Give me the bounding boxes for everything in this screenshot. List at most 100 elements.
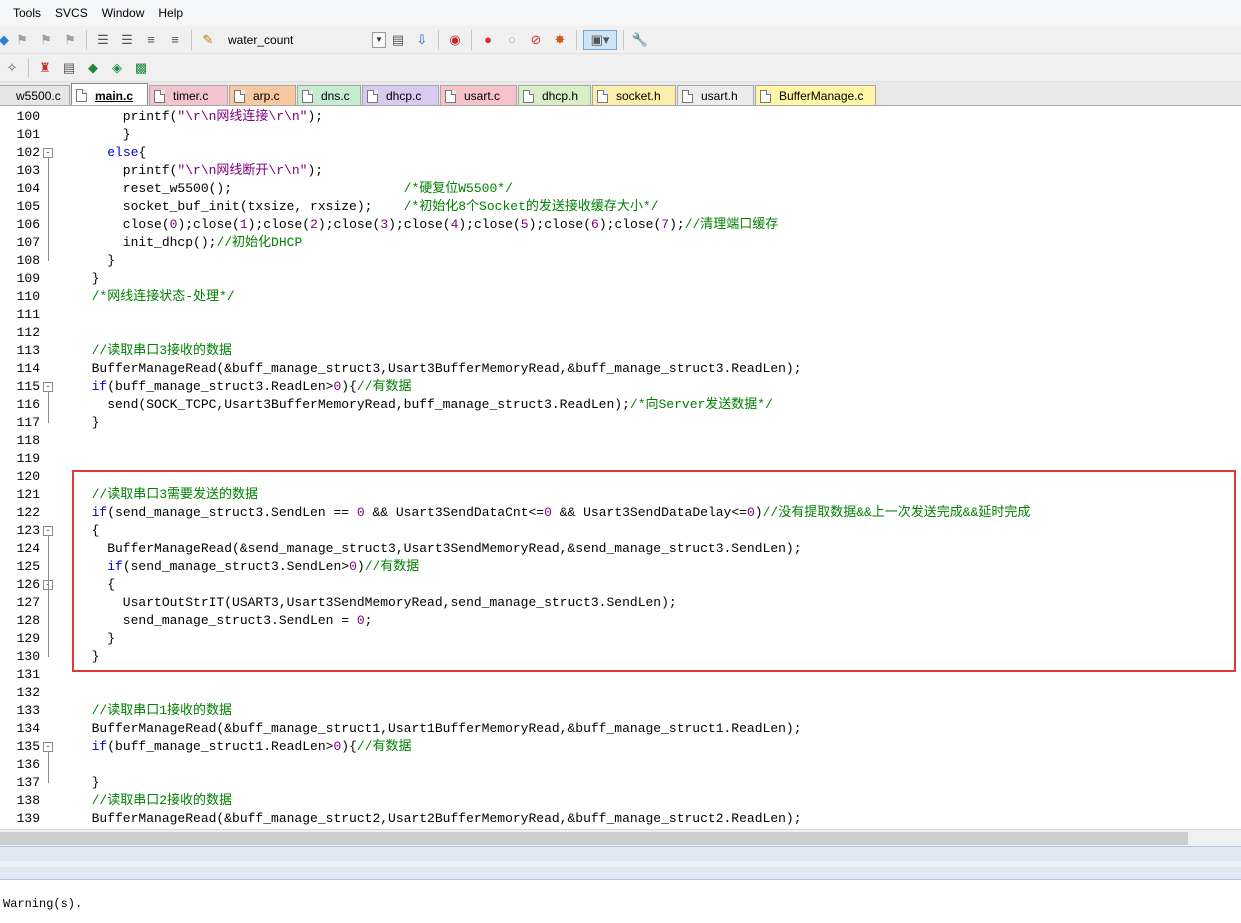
code-line[interactable]: 113 //读取串口3接收的数据 xyxy=(0,342,1241,360)
find-in-files-icon[interactable]: ✎ xyxy=(198,30,218,50)
code-line[interactable]: 109 } xyxy=(0,270,1241,288)
code-line[interactable]: 127 UsartOutStrIT(USART3,Usart3SendMemor… xyxy=(0,594,1241,612)
magic-wand-icon[interactable]: ✧ xyxy=(2,58,22,78)
code-line[interactable]: 137 } xyxy=(0,774,1241,792)
code-line[interactable]: 129 } xyxy=(0,630,1241,648)
code-line[interactable]: 128 send_manage_struct3.SendLen = 0; xyxy=(0,612,1241,630)
wrench-icon[interactable]: 🔧 xyxy=(630,30,650,50)
bookmark-prev-icon[interactable]: ⚑ xyxy=(12,30,32,50)
tab-arp-c[interactable]: arp.c xyxy=(229,85,296,105)
code-line[interactable]: 135- if(buff_manage_struct1.ReadLen>0){/… xyxy=(0,738,1241,756)
menu-help[interactable]: Help xyxy=(151,0,190,26)
window-layout-icon[interactable]: ▣▾ xyxy=(583,29,617,50)
kill-breakpoints-icon[interactable]: ✸ xyxy=(550,30,570,50)
horizontal-scrollbar[interactable] xyxy=(0,829,1241,846)
code-line[interactable]: 103 printf("\r\n网线断开\r\n"); xyxy=(0,162,1241,180)
tab-usart-c[interactable]: usart.c xyxy=(440,85,517,105)
code-line[interactable]: 130 } xyxy=(0,648,1241,666)
code-line[interactable]: 117 } xyxy=(0,414,1241,432)
debug-icon[interactable]: ◉ xyxy=(445,30,465,50)
code-line[interactable]: 108 } xyxy=(0,252,1241,270)
code-line[interactable]: 118 xyxy=(0,432,1241,450)
code-line[interactable]: 124 BufferManageRead(&send_manage_struct… xyxy=(0,540,1241,558)
menu-svcs[interactable]: SVCS xyxy=(48,0,95,26)
code-line[interactable]: 139 BufferManageRead(&buff_manage_struct… xyxy=(0,810,1241,828)
tab-timer-c[interactable]: timer.c xyxy=(149,85,228,105)
code-line[interactable]: 115- if(buff_manage_struct3.ReadLen>0){/… xyxy=(0,378,1241,396)
uncomment-icon[interactable]: ≡ xyxy=(165,30,185,50)
tab-socket-h[interactable]: socket.h xyxy=(592,85,676,105)
fold-toggle-icon[interactable]: - xyxy=(43,382,53,392)
tab-dhcp-c[interactable]: dhcp.c xyxy=(362,85,439,105)
panel-splitter[interactable] xyxy=(0,846,1241,880)
line-number: 102 xyxy=(16,145,40,160)
indent-icon[interactable]: ☰ xyxy=(93,30,113,50)
tab-w5500-c[interactable]: w5500.c xyxy=(0,85,70,105)
code-line[interactable]: 133 //读取串口1接收的数据 xyxy=(0,702,1241,720)
batch-build-icon[interactable]: ◈ xyxy=(107,58,127,78)
code-line[interactable]: 104 reset_w5500(); /*硬复位W5500*/ xyxy=(0,180,1241,198)
toolbar-separator xyxy=(86,29,87,50)
code-token: BufferManageRead(&buff_manage_struct1,Us… xyxy=(76,721,802,736)
code-line[interactable]: 112 xyxy=(0,324,1241,342)
stop-build-icon[interactable]: ▩ xyxy=(131,58,151,78)
rebuild-icon[interactable]: ◆ xyxy=(83,58,103,78)
menu-window[interactable]: Window xyxy=(95,0,152,26)
code-line[interactable]: 101 } xyxy=(0,126,1241,144)
download-icon[interactable]: ⇩ xyxy=(412,30,432,50)
code-line[interactable]: 111 xyxy=(0,306,1241,324)
code-line[interactable]: 119 xyxy=(0,450,1241,468)
code-line[interactable]: 105 socket_buf_init(txsize, rxsize); /*初… xyxy=(0,198,1241,216)
code-editor[interactable]: 100 printf("\r\n网线连接\r\n"); 101 } 102- els… xyxy=(0,107,1241,829)
code-line[interactable]: 120 xyxy=(0,468,1241,486)
code-line[interactable]: 134 BufferManageRead(&buff_manage_struct… xyxy=(0,720,1241,738)
line-number: 138 xyxy=(16,793,40,808)
code-line[interactable]: 114 BufferManageRead(&buff_manage_struct… xyxy=(0,360,1241,378)
code-line[interactable]: 102- else{ xyxy=(0,144,1241,162)
target-select[interactable]: water_count ▼ xyxy=(222,29,386,51)
code-number: 0 xyxy=(356,613,365,628)
code-line[interactable]: 116 send(SOCK_TCPC,Usart3BufferMemoryRea… xyxy=(0,396,1241,414)
code-line[interactable]: 132 xyxy=(0,684,1241,702)
tab-buffermanage-c[interactable]: BufferManage.c xyxy=(755,85,876,105)
menu-tools[interactable]: Tools xyxy=(0,0,48,26)
tab-dns-c[interactable]: dns.c xyxy=(297,85,361,105)
code-line[interactable]: 136 xyxy=(0,756,1241,774)
line-number: 124 xyxy=(16,541,40,556)
line-number: 118 xyxy=(16,433,40,448)
tab-main-c[interactable]: main.c xyxy=(71,83,148,105)
breakpoint-disabled-icon[interactable]: ○ xyxy=(502,30,522,50)
arrow-icon[interactable]: ◆ xyxy=(0,30,9,50)
fold-toggle-icon[interactable]: - xyxy=(43,526,53,536)
code-line[interactable]: 123- { xyxy=(0,522,1241,540)
code-line[interactable]: 110 /*网线连接状态-处理*/ xyxy=(0,288,1241,306)
breakpoint-toggle-icon[interactable]: ⊘ xyxy=(526,30,546,50)
code-line[interactable]: 121 //读取串口3需要发送的数据 xyxy=(0,486,1241,504)
code-text: } xyxy=(76,270,100,288)
chevron-down-icon[interactable]: ▼ xyxy=(372,31,386,48)
unindent-icon[interactable]: ☰ xyxy=(117,30,137,50)
bookmark-clear-icon[interactable]: ⚑ xyxy=(60,30,80,50)
tab-dhcp-h[interactable]: dhcp.h xyxy=(518,85,591,105)
code-line[interactable]: 106 close(0);close(1);close(2);close(3);… xyxy=(0,216,1241,234)
code-line[interactable]: 125 if(send_manage_struct3.SendLen>0)//有… xyxy=(0,558,1241,576)
tab-usart-h[interactable]: usart.h xyxy=(677,85,754,105)
scrollbar-thumb[interactable] xyxy=(0,832,1188,845)
fold-toggle-icon[interactable]: - xyxy=(43,742,53,752)
code-token: ) xyxy=(754,505,763,520)
code-token: (buff_manage_struct3.ReadLen> xyxy=(107,379,334,394)
load-icon[interactable]: ▤ xyxy=(388,30,408,50)
code-line[interactable]: 107 init_dhcp();//初始化DHCP xyxy=(0,234,1241,252)
code-line[interactable]: 100 printf("\r\n网线连接\r\n"); xyxy=(0,108,1241,126)
build-icon[interactable]: ▤ xyxy=(59,58,79,78)
breakpoint-icon[interactable]: ● xyxy=(478,30,498,50)
fold-toggle-icon[interactable]: - xyxy=(43,148,53,158)
code-line[interactable]: 138 //读取串口2接收的数据 xyxy=(0,792,1241,810)
code-line[interactable]: 126- { xyxy=(0,576,1241,594)
translate-icon[interactable]: ♜ xyxy=(35,58,55,78)
code-text: /*网线连接状态-处理*/ xyxy=(76,288,235,306)
code-line[interactable]: 122 if(send_manage_struct3.SendLen == 0 … xyxy=(0,504,1241,522)
comment-icon[interactable]: ≡ xyxy=(141,30,161,50)
code-line[interactable]: 131 xyxy=(0,666,1241,684)
bookmark-next-icon[interactable]: ⚑ xyxy=(36,30,56,50)
